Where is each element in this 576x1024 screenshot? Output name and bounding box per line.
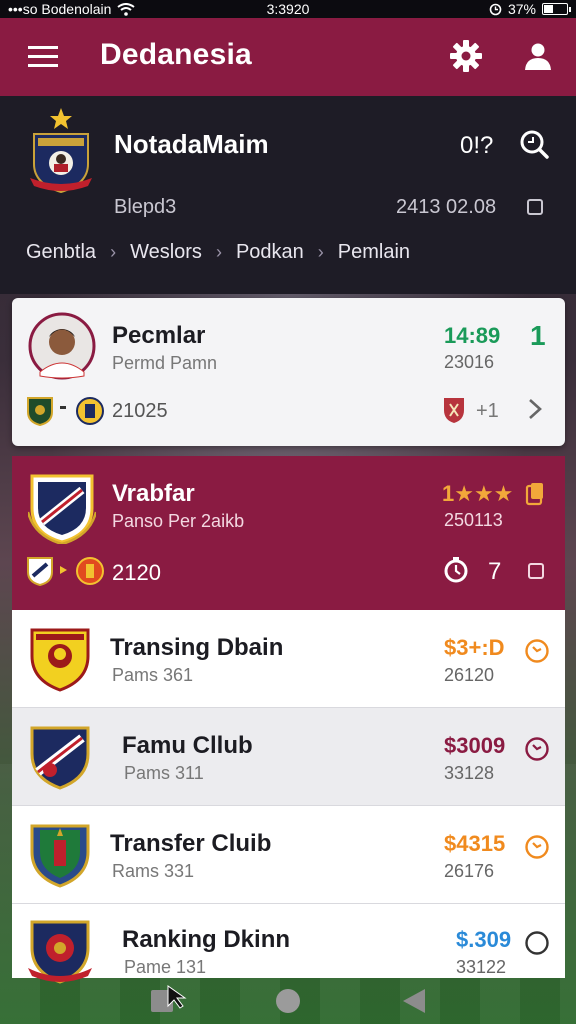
row-value: $3009 [444, 733, 506, 758]
club-crest-icon [28, 474, 96, 544]
header-score: 0!? [460, 132, 494, 159]
clock-icon[interactable] [524, 736, 550, 762]
row-name: Ranking Dkinn [122, 926, 291, 953]
row-name: Transing Dbain [110, 634, 284, 661]
card-value: 14:89 [444, 323, 501, 348]
status-right: 37% [489, 1, 571, 17]
featured-card[interactable]: Vrabfar Panso Per 2aikb 1★★★ 250113 2120… [12, 456, 565, 610]
club-logo-icon [30, 726, 90, 790]
card-sub: Panso Per 2aikb [112, 511, 245, 531]
hamburger-icon[interactable] [28, 46, 58, 68]
list-item[interactable]: Transing Dbain Pams 361 $3+:D 26120 [12, 610, 565, 708]
list-item[interactable]: Ranking Dkinn Pame 131 $.309 33122 [12, 904, 565, 984]
home-button[interactable] [275, 989, 300, 1013]
club-logo-icon [28, 920, 92, 984]
club-logo-icon [30, 628, 90, 692]
header-subtitle: Blepd3 [114, 196, 177, 218]
card-value2: 250113 [444, 510, 503, 530]
versus-dot [60, 406, 66, 409]
breadcrumb-item[interactable]: Genbtla [26, 241, 96, 264]
club-crest-icon [30, 108, 92, 194]
card-value2: 23016 [444, 352, 495, 372]
square-icon[interactable] [528, 563, 544, 579]
row-sub: Pams 361 [112, 665, 194, 685]
gear-icon[interactable] [448, 38, 484, 74]
card-name: Vrabfar [112, 480, 195, 507]
row-name: Transfer Cluib [110, 830, 272, 857]
row-sub: Pame 131 [124, 957, 207, 977]
row-value: $.309 [456, 927, 512, 952]
status-bar: •••so Bodenolain 3:3920 37% [0, 0, 576, 18]
breadcrumb-item[interactable]: Pemlain [338, 241, 410, 264]
badge-number: 1 [530, 320, 546, 351]
chevron-right-icon[interactable] [527, 398, 543, 420]
row-name: Famu Cllub [122, 732, 253, 759]
back-button[interactable] [402, 989, 425, 1013]
row-value2: 33128 [444, 763, 495, 783]
row-sub: Rams 331 [112, 861, 195, 881]
player-card[interactable]: Pecmlar Permd Pamn 14:89 1 23016 21025 +… [12, 298, 565, 446]
versus-arrow [60, 566, 67, 574]
card-footer: 2120 [112, 560, 161, 585]
team-b-logo-icon [76, 397, 104, 425]
cursor-icon [167, 985, 187, 1009]
breadcrumb-item[interactable]: Weslors [130, 241, 202, 264]
list-item[interactable]: Famu Cllub Pams 311 $3009 33128 [12, 708, 565, 806]
battery-percent: 37% [507, 1, 536, 17]
chevron-right-icon: › [110, 242, 117, 262]
clock-icon[interactable] [524, 638, 550, 664]
header-date: 2413 02.08 [396, 196, 497, 218]
user-icon[interactable] [522, 40, 554, 72]
battery-icon [542, 3, 571, 15]
team-b-logo-icon [76, 557, 104, 585]
chevron-right-icon: › [215, 242, 222, 262]
club-logo-icon [30, 824, 90, 888]
row-sub: Pams 311 [124, 763, 204, 783]
row-value2: 33122 [456, 957, 507, 977]
app-title: Dedanesia [100, 38, 252, 71]
app-bar: Dedanesia [0, 18, 576, 96]
card-footer-right: 7 [488, 558, 502, 585]
row-value2: 26176 [444, 861, 495, 881]
clock-icon[interactable] [524, 834, 550, 860]
card-footer-right: +1 [476, 400, 499, 422]
card-sub: Permd Pamn [112, 353, 218, 373]
clock: 3:3920 [266, 1, 310, 17]
card-footer: 21025 [112, 400, 168, 422]
player-avatar [28, 312, 96, 380]
timer-icon [444, 557, 468, 583]
search-icon[interactable] [518, 128, 550, 160]
team-a-logo-icon [27, 397, 53, 426]
row-value2: 26120 [444, 665, 495, 685]
list-item[interactable]: Transfer Cluib Rams 331 $4315 26176 [12, 806, 565, 904]
wifi-icon [117, 2, 136, 16]
club-name: NotadaMaim [114, 129, 269, 159]
chevron-right-icon: › [317, 242, 324, 262]
radio-icon[interactable] [524, 930, 550, 956]
rating-stars: 1★★★ [442, 481, 514, 506]
shield-icon [444, 398, 464, 423]
team-a-logo-icon [27, 557, 53, 586]
breadcrumb-item[interactable]: Podkan [236, 241, 304, 264]
alarm-icon [489, 3, 502, 15]
system-nav-bar [0, 978, 576, 1024]
card-name: Pecmlar [112, 322, 206, 349]
breadcrumb: Genbtla › Weslors › Podkan › Pemlain [26, 241, 410, 264]
status-left: •••so Bodenolain [8, 1, 136, 17]
square-icon[interactable] [527, 199, 543, 215]
club-header: NotadaMaim 0!? Blepd3 2413 02.08 Genbtla… [0, 96, 576, 294]
row-value: $4315 [444, 831, 506, 856]
row-value: $3+:D [444, 635, 505, 660]
carrier-label: •••so Bodenolain [8, 1, 112, 17]
card-icon[interactable] [525, 482, 545, 506]
